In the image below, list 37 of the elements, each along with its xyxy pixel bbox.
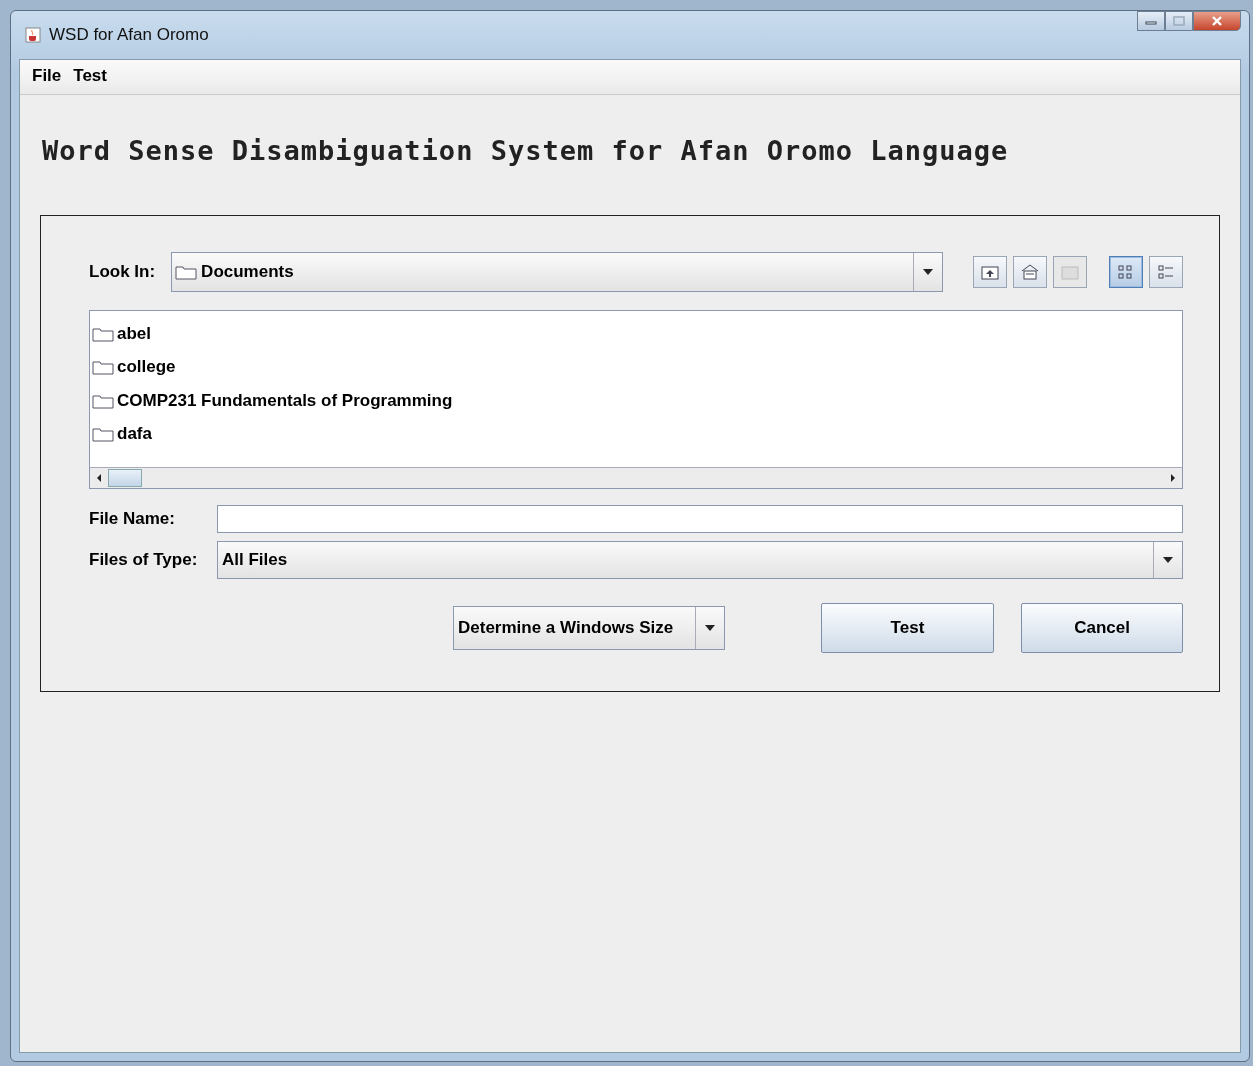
look-in-dropdown[interactable]: Documents	[171, 252, 943, 292]
horizontal-scrollbar[interactable]	[90, 467, 1182, 488]
left-arrow-icon	[96, 474, 102, 482]
folder-item[interactable]: abel	[92, 317, 1182, 351]
window-title: WSD for Afan Oromo	[49, 25, 209, 45]
folder-item[interactable]: COMP231 Fundamentals of Programming	[92, 384, 1182, 418]
caret-icon	[703, 624, 716, 632]
caret-icon	[1162, 556, 1174, 564]
file-name-field[interactable]	[217, 505, 1183, 533]
file-type-dropdown[interactable]: All Files	[217, 541, 1183, 579]
list-button[interactable]	[1109, 256, 1143, 288]
cup-icon	[25, 27, 41, 43]
details-icon	[1156, 263, 1176, 281]
cancel-button[interactable]: Cancel	[1021, 603, 1183, 653]
close-button[interactable]	[1193, 11, 1241, 31]
folder-item[interactable]: college	[92, 350, 1182, 384]
folder-item[interactable]: dafa	[92, 417, 1182, 451]
house-icon	[1020, 263, 1040, 281]
details-button[interactable]	[1149, 256, 1183, 288]
minimize-button[interactable]	[1137, 11, 1165, 31]
right-arrow-icon	[1170, 474, 1176, 482]
look-in-label: Look In:	[89, 262, 156, 282]
scroll-thumb[interactable]	[108, 469, 142, 487]
heading: Word Sense Disambiguation System for Afan Oromo Language	[41, 134, 1010, 168]
file-type-label: Files of Type:	[89, 550, 199, 570]
up-button[interactable]	[973, 256, 1007, 288]
maximize-button[interactable]	[1165, 11, 1193, 31]
folder-up-icon	[980, 263, 1000, 281]
caret-icon	[922, 268, 934, 276]
menu-item[interactable]: Test	[71, 64, 113, 90]
menu-item[interactable]: File	[30, 64, 68, 90]
maximize-icon	[1173, 16, 1185, 26]
test-button[interactable]: Test	[820, 603, 995, 653]
file-name-label: File Name:	[89, 509, 176, 529]
window-size-dropdown[interactable]: Determine a Windows Size	[453, 606, 725, 650]
home-button[interactable]	[1013, 256, 1047, 288]
close-icon	[1211, 16, 1223, 26]
